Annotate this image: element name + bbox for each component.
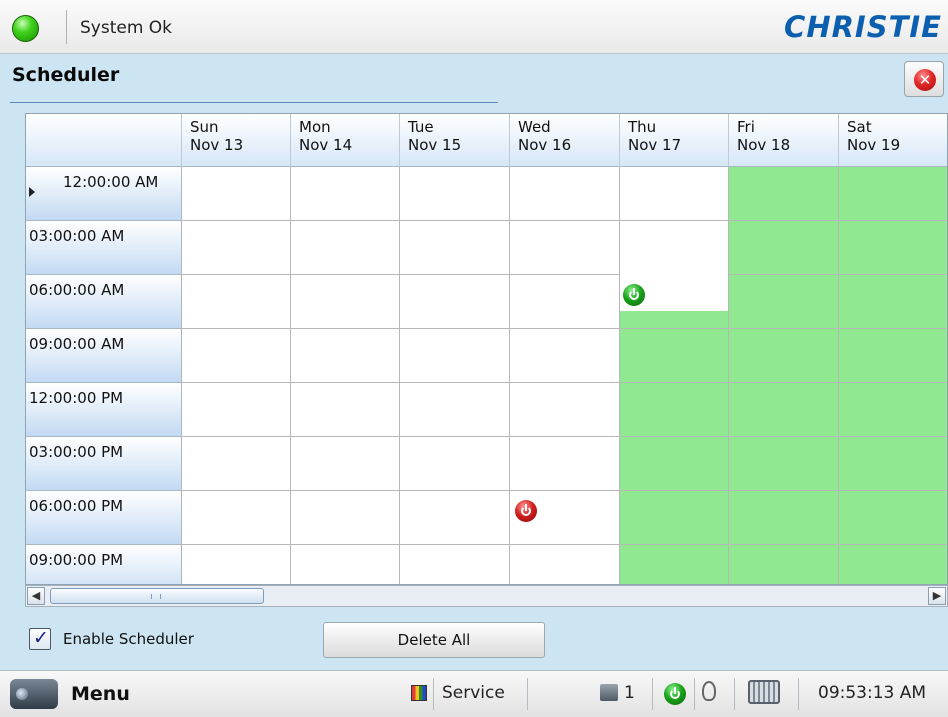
column-header-tue[interactable]: Tue Nov 15 <box>400 114 510 167</box>
enable-scheduler-label[interactable]: Enable Scheduler <box>63 630 194 648</box>
menu-button[interactable]: Menu <box>71 683 130 705</box>
divider <box>798 678 799 710</box>
grid-line <box>399 167 400 584</box>
horizontal-scrollbar[interactable]: ◀ ▶ <box>25 585 948 607</box>
scroll-left-icon[interactable]: ◀ <box>27 587 45 605</box>
scroll-right-icon[interactable]: ▶ <box>928 587 946 605</box>
day-date: Nov 19 <box>847 136 901 154</box>
day-date: Nov 17 <box>628 136 682 154</box>
day-name: Wed <box>518 118 551 136</box>
day-name: Sat <box>847 118 872 136</box>
day-name: Fri <box>737 118 755 136</box>
time-label: 06:00:00 PM <box>29 497 124 515</box>
grid-line <box>728 167 729 584</box>
grid-line <box>182 220 947 221</box>
column-header-sun[interactable]: Sun Nov 13 <box>182 114 291 167</box>
row-header-time[interactable]: 09:00:00 AM <box>26 329 182 383</box>
current-row-arrow-icon <box>29 187 35 197</box>
time-label: 12:00:00 PM <box>29 389 124 407</box>
close-icon: ✕ <box>914 69 936 91</box>
delete-all-button[interactable]: Delete All <box>323 622 545 658</box>
enable-scheduler-checkbox[interactable]: ✓ <box>29 627 51 650</box>
divider <box>527 678 528 710</box>
grid-line <box>619 167 620 584</box>
row-header-time[interactable]: 03:00:00 AM <box>26 221 182 275</box>
column-header-thu[interactable]: Thu Nov 17 <box>620 114 729 167</box>
time-label: 12:00:00 AM <box>63 173 159 191</box>
grid-corner-header <box>26 114 182 167</box>
row-header-time[interactable]: 12:00:00 AM <box>26 167 182 221</box>
lamp-bulb-icon[interactable] <box>702 681 716 701</box>
divider <box>734 678 735 710</box>
grid-line <box>509 167 510 584</box>
column-header-wed[interactable]: Wed Nov 16 <box>510 114 620 167</box>
day-date: Nov 14 <box>299 136 353 154</box>
schedule-grid: Sun Nov 13 Mon Nov 14 Tue Nov 15 Wed Nov… <box>25 113 948 585</box>
row-header-time[interactable]: 03:00:00 PM <box>26 437 182 491</box>
power-off-event-icon[interactable] <box>515 500 537 522</box>
christie-logo: CHRISTIE <box>784 10 942 44</box>
row-header-time[interactable]: 09:00:00 PM <box>26 545 182 584</box>
time-label: 09:00:00 AM <box>29 335 125 353</box>
day-date: Nov 15 <box>408 136 462 154</box>
day-date: Nov 13 <box>190 136 244 154</box>
grid-line <box>182 328 947 329</box>
row-header-time[interactable]: 06:00:00 AM <box>26 275 182 329</box>
grid-line <box>182 436 947 437</box>
grid-line <box>838 167 839 584</box>
title-underline <box>10 102 498 103</box>
day-name: Thu <box>628 118 657 136</box>
day-name: Tue <box>408 118 434 136</box>
service-color-bars-icon[interactable] <box>411 685 427 701</box>
row-header-time[interactable]: 06:00:00 PM <box>26 491 182 545</box>
divider <box>652 678 653 710</box>
checkmark-icon: ✓ <box>33 627 49 649</box>
divider <box>66 10 67 44</box>
grid-line <box>182 274 620 275</box>
system-status-text: System Ok <box>80 18 173 38</box>
bottom-status-bar: Menu Service 1 09:53:13 AM <box>0 670 948 717</box>
row-header-time[interactable]: 12:00:00 PM <box>26 383 182 437</box>
cooling-fan-icon[interactable] <box>748 680 780 704</box>
column-header-sat[interactable]: Sat Nov 19 <box>839 114 947 167</box>
close-button[interactable]: ✕ <box>904 61 944 97</box>
projector-menu-icon[interactable] <box>10 679 58 709</box>
day-name: Mon <box>299 118 331 136</box>
grip-icon <box>151 594 161 599</box>
power-status-icon[interactable] <box>664 683 686 705</box>
grid-line <box>182 490 947 491</box>
grid-line <box>729 274 947 275</box>
time-label: 03:00:00 PM <box>29 443 124 461</box>
page-title: Scheduler <box>12 64 120 86</box>
clock: 09:53:13 AM <box>818 683 927 703</box>
day-name: Sun <box>190 118 219 136</box>
channel-icon <box>600 684 618 701</box>
column-header-mon[interactable]: Mon Nov 14 <box>291 114 400 167</box>
power-on-event-icon[interactable] <box>623 284 645 306</box>
day-date: Nov 16 <box>518 136 572 154</box>
time-label: 09:00:00 PM <box>29 551 124 569</box>
grid-line <box>290 167 291 584</box>
grid-line <box>182 382 947 383</box>
grid-line <box>182 544 947 545</box>
day-date: Nov 18 <box>737 136 791 154</box>
divider <box>694 678 695 710</box>
status-ok-indicator-icon <box>12 15 39 42</box>
service-button[interactable]: Service <box>442 683 505 703</box>
time-label: 03:00:00 AM <box>29 227 125 245</box>
time-label: 06:00:00 AM <box>29 281 125 299</box>
channel-number: 1 <box>624 683 635 703</box>
scrollbar-thumb[interactable] <box>50 588 264 604</box>
divider <box>433 678 434 710</box>
top-status-bar: System Ok CHRISTIE <box>0 0 948 54</box>
column-header-fri[interactable]: Fri Nov 18 <box>729 114 839 167</box>
